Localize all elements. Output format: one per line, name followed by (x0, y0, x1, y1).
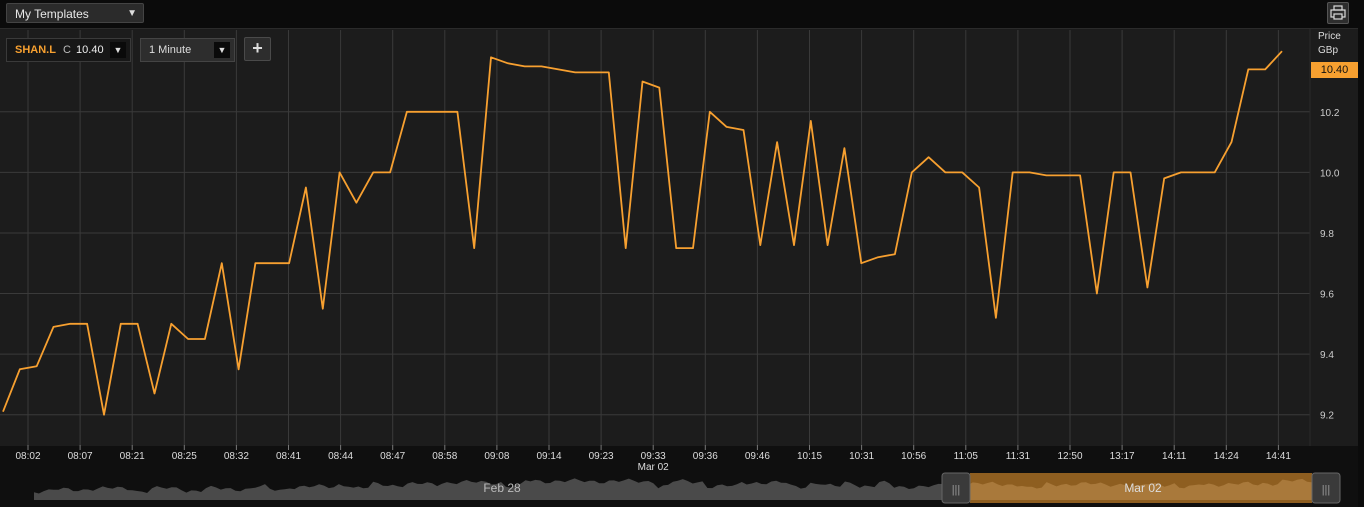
x-tick-label: 08:32 (224, 451, 249, 462)
x-tick-label: 09:46 (745, 451, 770, 462)
interval-label: 1 Minute (149, 44, 192, 56)
y-tick-label: 9.8 (1320, 229, 1334, 240)
x-axis: 08:02 08:07 08:21 08:25 08:32 08:41 08:44 08:47… (15, 445, 1291, 473)
y-axis-unit: GBp (1318, 45, 1339, 56)
y-tick-label: 10.2 (1320, 108, 1340, 119)
x-tick-label: 13:17 (1110, 451, 1135, 462)
x-tick-label: 08:44 (328, 451, 353, 462)
right-edge (1358, 0, 1364, 507)
x-tick-label: 08:47 (380, 451, 405, 462)
chart-grid (0, 29, 1311, 446)
x-tick-label: 11:31 (1006, 451, 1031, 462)
x-tick-label: 09:33 (641, 451, 666, 462)
x-tick-label: 12:50 (1057, 451, 1082, 462)
y-tick-label: 9.4 (1320, 350, 1334, 361)
x-tick-label: 14:24 (1214, 451, 1239, 462)
price-chart: 08:02 08:07 08:21 08:25 08:32 08:41 08:44 08:47… (0, 29, 1341, 504)
navigator-left-label: Feb 28 (483, 481, 521, 495)
x-tick-label: 08:02 (15, 451, 40, 462)
y-tick-label: 9.2 (1320, 411, 1334, 422)
y-axis: 9.2 9.4 9.6 9.8 10.0 10.2 (1320, 108, 1340, 422)
navigator-right-label: Mar 02 (1124, 481, 1162, 495)
x-tick-label: 10:56 (901, 451, 926, 462)
x-tick-label: 09:14 (536, 451, 561, 462)
grip-icon: ||| (952, 484, 961, 496)
ric-label: SHAN.L (15, 44, 56, 56)
y-tick-label: 9.6 (1320, 290, 1334, 301)
plus-icon: + (252, 38, 263, 58)
x-tick-label: 14:41 (1266, 451, 1291, 462)
x-tick-label: 08:07 (68, 451, 93, 462)
chevron-down-icon[interactable]: ▼ (110, 42, 126, 58)
close-value: 10.40 (76, 44, 104, 56)
add-series-button[interactable]: + (244, 37, 271, 61)
x-tick-label: 08:41 (276, 451, 301, 462)
y-tick-label: 10.0 (1320, 168, 1340, 179)
chevron-down-icon[interactable]: ▼ (214, 42, 230, 58)
x-tick-label: 11:05 (954, 451, 979, 462)
x-tick-label: 08:25 (172, 451, 197, 462)
x-tick-label: 10:15 (797, 451, 822, 462)
x-tick-label: 10:31 (849, 451, 874, 462)
x-tick-label: 08:21 (120, 451, 145, 462)
navigator: ||| ||| Feb 28 Mar 02 (34, 472, 1341, 504)
instrument-select[interactable]: SHAN.L C 10.40 ▼ (6, 38, 131, 62)
close-label: C (63, 44, 71, 56)
x-tick-label: 09:08 (484, 451, 509, 462)
x-tick-label: 09:23 (589, 451, 614, 462)
x-date-label: Mar 02 (638, 462, 670, 473)
x-tick-label: 14:11 (1162, 451, 1187, 462)
last-price-badge: 10.40 (1311, 62, 1358, 78)
x-tick-label: 08:58 (432, 451, 457, 462)
grip-icon: ||| (1322, 484, 1331, 496)
interval-select[interactable]: 1 Minute ▼ (140, 38, 235, 62)
x-tick-label: 09:36 (693, 451, 718, 462)
y-axis-title: Price (1318, 31, 1341, 42)
